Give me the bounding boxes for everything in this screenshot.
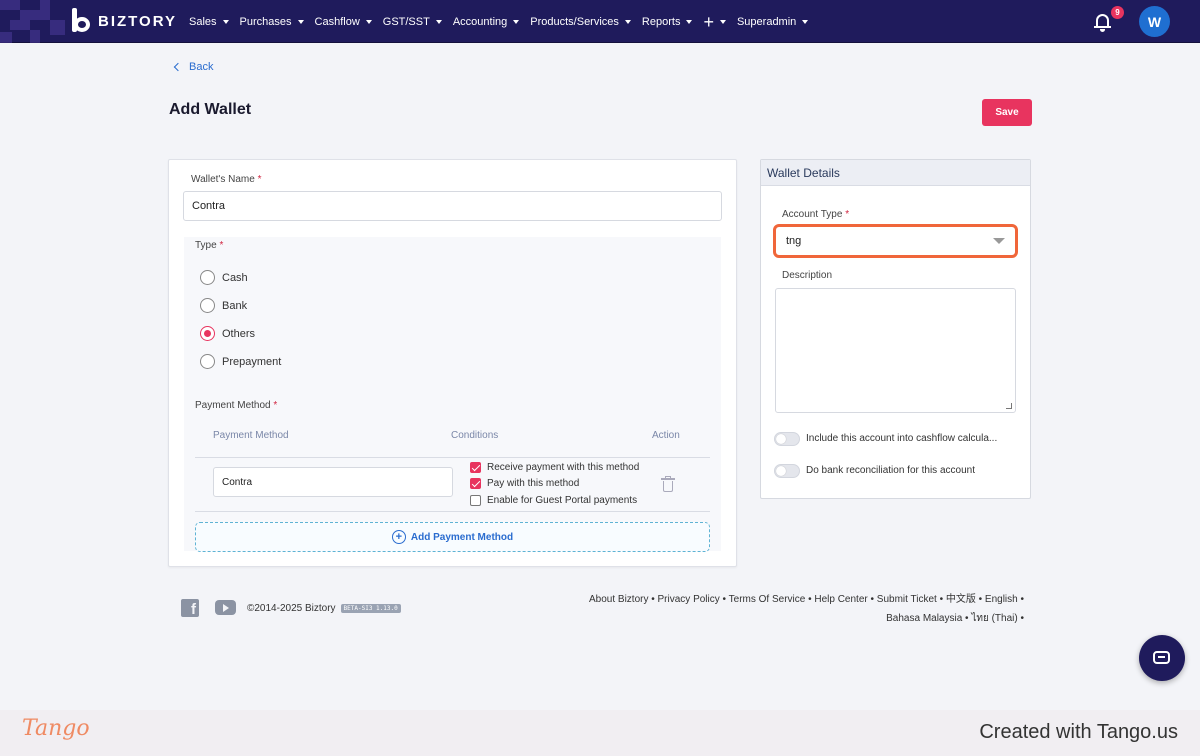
menu-reports[interactable]: Reports: [642, 16, 693, 28]
notification-badge: 9: [1111, 6, 1124, 19]
menu-products-services[interactable]: Products/Services: [530, 16, 631, 28]
checkbox-checked: [470, 478, 481, 489]
chevron-down-icon: [719, 19, 726, 24]
footer-links[interactable]: About Biztory • Privacy Policy • Terms O…: [504, 590, 1024, 628]
dropdown-arrow-icon: [993, 238, 1005, 244]
wallet-name-label: Wallet's Name *: [191, 174, 262, 185]
page-title: Add Wallet: [169, 101, 252, 118]
wallet-details-header: Wallet Details: [761, 160, 1030, 186]
chevron-down-icon: [297, 19, 304, 24]
payment-method-name-input[interactable]: Contra: [213, 467, 453, 497]
menu-gst-sst[interactable]: GST/SST: [383, 16, 442, 28]
save-button[interactable]: Save: [982, 99, 1032, 126]
pm-divider: [195, 511, 710, 512]
biztory-logo-icon: [70, 8, 92, 34]
plus-circle-icon: +: [391, 530, 406, 544]
bell-icon[interactable]: [1094, 12, 1112, 32]
logo-text: BIZTORY: [98, 12, 178, 30]
radio-circle: [200, 354, 215, 369]
menu-purchases[interactable]: Purchases: [240, 16, 304, 28]
chat-icon: [1153, 651, 1170, 664]
chat-button[interactable]: [1139, 635, 1185, 681]
type-label: Type *: [195, 240, 224, 251]
menu-quick-add[interactable]: +: [703, 13, 726, 31]
tango-credit: Created with Tango.us: [979, 721, 1178, 743]
radio-circle-selected: [200, 326, 215, 341]
account-type-label: Account Type *: [782, 209, 850, 220]
chevron-down-icon: [222, 19, 229, 24]
top-navbar: BIZTORY Sales Purchases Cashflow GST/SST…: [0, 0, 1200, 43]
radio-bank[interactable]: Bank: [200, 298, 247, 313]
copyright: ©2014-2025 Biztory BETA-SI3 1.13.0: [247, 603, 401, 614]
facebook-icon[interactable]: f: [181, 599, 199, 617]
checkbox-unchecked: [470, 495, 481, 506]
wallet-name-input[interactable]: Contra: [183, 191, 722, 221]
chevron-down-icon: [624, 19, 631, 24]
pm-col-method: Payment Method: [213, 430, 289, 441]
radio-circle: [200, 270, 215, 285]
version-badge: BETA-SI3 1.13.0: [340, 604, 401, 613]
radio-others[interactable]: Others: [200, 326, 255, 341]
main-menu: Sales Purchases Cashflow GST/SST Account…: [189, 0, 809, 43]
back-label: Back: [189, 61, 214, 73]
trash-icon[interactable]: [661, 476, 675, 493]
radio-prepayment[interactable]: Prepayment: [200, 354, 281, 369]
chevron-down-icon: [365, 19, 372, 24]
cashflow-toggle[interactable]: [774, 432, 800, 446]
radio-circle: [200, 298, 215, 313]
add-payment-method-button[interactable]: + Add Payment Method: [195, 522, 710, 552]
pm-col-action: Action: [652, 430, 680, 441]
menu-sales[interactable]: Sales: [189, 16, 229, 28]
menu-superadmin[interactable]: Superadmin: [737, 16, 809, 28]
decorative-pixels: [0, 0, 80, 43]
pm-divider: [195, 457, 710, 458]
chevron-down-icon: [686, 19, 693, 24]
checkbox-checked: [470, 462, 481, 473]
user-avatar[interactable]: W: [1139, 6, 1170, 37]
menu-accounting[interactable]: Accounting: [453, 16, 520, 28]
bank-reconciliation-toggle[interactable]: [774, 464, 800, 478]
chevron-down-icon: [513, 19, 520, 24]
chevron-down-icon: [435, 19, 442, 24]
youtube-icon[interactable]: [215, 600, 236, 615]
plus-icon: +: [703, 11, 714, 32]
chevron-down-icon: [802, 19, 809, 24]
pm-col-conditions: Conditions: [451, 430, 499, 441]
payment-method-label: Payment Method *: [195, 400, 278, 411]
resize-grip-icon[interactable]: [1006, 403, 1012, 409]
cashflow-toggle-label: Include this account into cashflow calcu…: [806, 433, 998, 444]
radio-cash[interactable]: Cash: [200, 270, 248, 285]
type-panel: [184, 237, 721, 551]
checkbox-guest-portal[interactable]: Enable for Guest Portal payments: [470, 495, 637, 506]
biztory-logo[interactable]: BIZTORY: [70, 8, 177, 34]
back-link[interactable]: Back: [173, 61, 214, 73]
description-textarea[interactable]: [775, 288, 1016, 413]
description-label: Description: [782, 270, 833, 281]
tango-logo: Tango: [22, 716, 90, 741]
account-type-select[interactable]: tng: [773, 224, 1018, 258]
bank-reconciliation-toggle-label: Do bank reconciliation for this account: [806, 465, 975, 476]
checkbox-receive-payment[interactable]: Receive payment with this method: [470, 462, 639, 473]
menu-cashflow[interactable]: Cashflow: [315, 16, 372, 28]
checkbox-pay-with[interactable]: Pay with this method: [470, 478, 579, 489]
chevron-left-icon: [173, 62, 183, 72]
